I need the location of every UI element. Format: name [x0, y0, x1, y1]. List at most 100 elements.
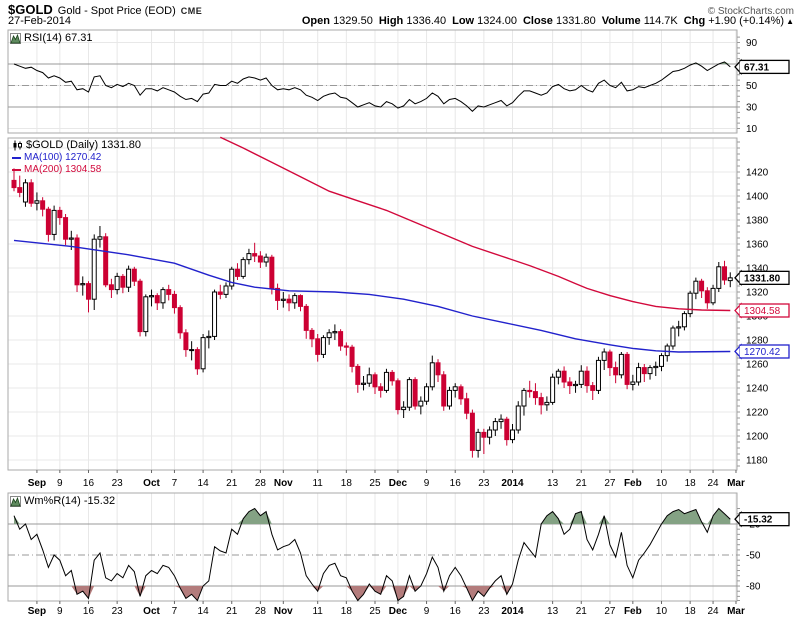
svg-text:-50: -50 [746, 551, 761, 562]
wmr-plot-layer [13, 507, 731, 602]
chart-date: 27-Feb-2014 [8, 15, 71, 27]
svg-text:16: 16 [450, 478, 462, 489]
svg-text:28: 28 [255, 478, 267, 489]
low-label: Low [452, 15, 475, 27]
svg-text:14: 14 [198, 606, 210, 617]
svg-text:21: 21 [226, 478, 238, 489]
svg-text:16: 16 [83, 478, 95, 489]
svg-text:1331.80: 1331.80 [744, 273, 781, 284]
quote-strip: Open 1329.50 High 1336.40 Low 1324.00 Close… [296, 15, 794, 27]
svg-text:23: 23 [112, 478, 124, 489]
svg-text:1400: 1400 [746, 192, 769, 203]
svg-text:Sep: Sep [28, 606, 46, 617]
svg-text:25: 25 [369, 606, 381, 617]
svg-text:30: 30 [746, 103, 758, 114]
svg-text:9: 9 [57, 478, 63, 489]
area-chart-icon [10, 495, 21, 507]
svg-text:10: 10 [656, 606, 668, 617]
svg-text:1360: 1360 [746, 240, 769, 251]
area-chart-icon [10, 32, 21, 44]
volume-label: Volume [601, 15, 641, 27]
svg-text:1180: 1180 [746, 456, 768, 467]
svg-text:18: 18 [341, 478, 353, 489]
svg-text:Sep: Sep [28, 478, 46, 489]
svg-text:-80: -80 [746, 582, 761, 593]
svg-text:23: 23 [478, 478, 490, 489]
svg-text:Dec: Dec [389, 606, 408, 617]
svg-text:27: 27 [604, 478, 616, 489]
svg-text:1220: 1220 [746, 408, 769, 419]
svg-text:Dec: Dec [389, 478, 408, 489]
svg-text:Feb: Feb [624, 606, 642, 617]
legend-ma200-text: MA(200) 1304.58 [24, 164, 102, 175]
svg-text:1304.58: 1304.58 [744, 306, 781, 317]
main-chart-legend: $GOLD (Daily) 1331.80 MA(100) 1270.42 MA… [12, 139, 141, 175]
chart-svg: 1180120012201240126012801300132013401360… [7, 29, 790, 617]
svg-text:10: 10 [746, 124, 758, 135]
rsi-label-text: RSI(14) 67.31 [24, 32, 93, 44]
svg-text:25: 25 [369, 478, 381, 489]
svg-text:21: 21 [226, 606, 238, 617]
svg-text:Nov: Nov [274, 606, 293, 617]
grid-layer [7, 29, 738, 602]
low-value: 1324.00 [477, 15, 517, 27]
close-value: 1331.80 [555, 15, 596, 27]
svg-text:Oct: Oct [143, 606, 160, 617]
svg-text:2014: 2014 [501, 606, 524, 617]
svg-text:10: 10 [656, 478, 668, 489]
chg-label: Chg [683, 15, 706, 27]
ma200-line-swatch [12, 168, 21, 171]
svg-text:7: 7 [172, 606, 178, 617]
legend-title-text: $GOLD (Daily) 1331.80 [26, 139, 141, 151]
svg-text:13: 13 [547, 478, 559, 489]
svg-text:9: 9 [57, 606, 63, 617]
svg-text:Mar: Mar [727, 606, 745, 617]
svg-text:Nov: Nov [274, 478, 293, 489]
candlestick-icon [13, 140, 22, 150]
svg-text:23: 23 [112, 606, 124, 617]
svg-text:-15.32: -15.32 [744, 515, 773, 526]
high-value: 1336.40 [406, 15, 447, 27]
svg-text:1420: 1420 [746, 168, 769, 179]
open-label: Open [301, 15, 330, 27]
svg-text:16: 16 [450, 606, 462, 617]
chg-value: +1.90 (+0.14%) [708, 15, 785, 27]
svg-text:1240: 1240 [746, 384, 769, 395]
legend-title-row: $GOLD (Daily) 1331.80 [12, 139, 141, 151]
x-axis-layer: Sep 9 16 23 Oct 7 14 21 28 Nov 11 18 25 Dec 9 16 23 2014 1… [28, 470, 745, 617]
svg-text:1260: 1260 [746, 360, 769, 371]
svg-text:Oct: Oct [143, 478, 160, 489]
svg-text:67.31: 67.31 [744, 62, 769, 73]
svg-text:18: 18 [685, 606, 697, 617]
wmr-panel-label: Wm%R(14) -15.32 [10, 495, 115, 507]
svg-text:9: 9 [424, 606, 430, 617]
svg-text:2014: 2014 [501, 478, 524, 489]
svg-text:14: 14 [198, 478, 210, 489]
svg-text:11: 11 [312, 606, 323, 617]
high-label: High [378, 15, 404, 27]
chg-up-arrow-icon: ▲ [786, 17, 794, 26]
svg-text:50: 50 [746, 81, 758, 92]
svg-text:1380: 1380 [746, 216, 769, 227]
svg-text:18: 18 [341, 606, 353, 617]
ma100-line-swatch [12, 156, 21, 159]
legend-ma100-row: MA(100) 1270.42 [12, 152, 141, 163]
close-label: Close [522, 15, 553, 27]
svg-text:Feb: Feb [624, 478, 642, 489]
stockcharts-gold-chart: 1180120012201240126012801300132013401360… [0, 0, 800, 629]
svg-text:21: 21 [576, 478, 588, 489]
svg-text:21: 21 [576, 606, 588, 617]
svg-text:7: 7 [172, 478, 178, 489]
svg-text:18: 18 [685, 478, 697, 489]
svg-text:27: 27 [604, 606, 616, 617]
svg-text:11: 11 [312, 478, 323, 489]
volume-value: 114.7K [643, 15, 678, 27]
svg-text:24: 24 [707, 478, 719, 489]
svg-text:24: 24 [707, 606, 719, 617]
svg-text:13: 13 [547, 606, 559, 617]
legend-ma100-text: MA(100) 1270.42 [24, 152, 102, 163]
rsi-plot-layer [13, 61, 731, 112]
open-value: 1329.50 [333, 15, 373, 27]
svg-text:1320: 1320 [746, 288, 769, 299]
svg-text:Mar: Mar [727, 478, 745, 489]
